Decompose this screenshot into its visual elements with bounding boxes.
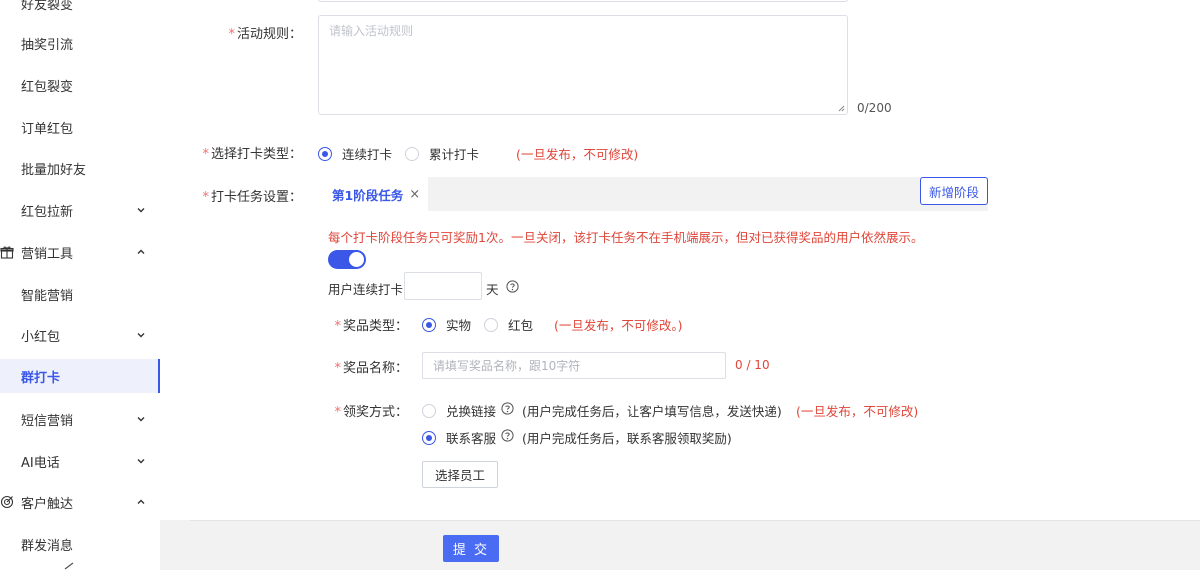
claim-service-note: (用户完成任务后，联系客服领取奖励) [522,431,732,446]
task-enable-toggle[interactable] [328,250,366,269]
sidebar-group-label: 客户触达 [21,496,74,512]
checkin-type-label: * 选择打卡类型： [202,147,302,162]
sidebar-item-smart-marketing[interactable]: 智能营销 [0,277,160,311]
prize-name-label: * 奖品名称： [334,361,408,376]
sidebar-item-label: 红包拉新 [21,204,74,220]
submit-button[interactable]: 提 交 [443,535,499,562]
previous-field-edge [318,0,848,2]
checkin-type-warning: (一旦发布，不可修改) [516,147,639,162]
sidebar-item-mass-message[interactable]: 群发消息 [0,527,160,561]
prize-name-placeholder: 请填写奖品名称，跟10字符 [433,359,581,373]
sidebar-group-customer-reach[interactable]: 客户触达 [0,485,160,519]
chevron-down-icon [137,459,145,464]
radio-label: 联系客服 [446,431,497,446]
sidebar-item-label: 小红包 [21,329,61,345]
radio-label: 实物 [446,318,472,333]
days-input[interactable] [404,272,482,300]
add-stage-button[interactable]: 新增阶段 [920,177,988,205]
prize-name-counter: 0 / 10 [735,358,770,372]
task-panel: 每个打卡阶段任务只可奖励1次。一旦关闭，该打卡任务不在手机端展示，但对已获得奖品… [318,211,988,495]
radio-dot[interactable] [422,403,436,418]
sidebar: 好友裂变 抽奖引流 红包裂变 订单红包 批量加好友 红包拉新 营销工具 智能营销… [0,0,160,570]
sidebar-item-red-packet-acquisition[interactable]: 红包拉新 [0,193,160,227]
radio-prize-red-packet[interactable]: 红包 [484,315,533,334]
chevron-down-icon [137,333,145,338]
sidebar-item-label: 批量加好友 [21,162,87,178]
sidebar-item-batch-add-friends[interactable]: 批量加好友 [0,151,160,185]
sidebar-item-red-packet-fission[interactable]: 红包裂变 [0,68,160,102]
radio-dot[interactable] [405,146,419,161]
sidebar-item-label: AI电话 [21,455,60,471]
task-tabbar: 第1阶段任务 × [318,177,988,211]
prize-name-input[interactable]: 请填写奖品名称，跟10字符 [422,352,726,379]
resize-grip-icon[interactable] [837,104,845,112]
radio-cumulative-checkin[interactable]: 累计打卡 [405,144,479,163]
radio-dot[interactable] [484,317,498,332]
radio-claim-contact-service[interactable]: 联系客服 [422,428,496,447]
prize-type-label: * 奖品类型： [334,319,408,334]
sidebar-item-group-checkin[interactable]: 群打卡 [0,359,160,393]
chevron-down-icon [137,417,145,422]
sidebar-item-lottery[interactable]: 抽奖引流 [0,26,160,60]
sidebar-item-label: 群打卡 [21,370,61,386]
sidebar-item-label: 红包裂变 [21,79,74,95]
prize-type-warning: (一旦发布，不可修改。) [554,318,683,333]
radio-continuous-checkin[interactable]: 连续打卡 [318,144,392,163]
radio-label: 兑换链接 [446,404,497,419]
days-prefix: 用户连续打卡 [328,282,404,297]
chevron-down-icon [137,208,145,213]
chevron-up-icon [137,249,145,254]
scroll-indicator-icon [64,562,74,570]
rules-textarea[interactable]: 请输入活动规则 [318,15,848,115]
sidebar-item-label: 订单红包 [21,121,74,137]
sidebar-item-sms-marketing[interactable]: 短信营销 [0,402,160,436]
sidebar-item-label: 抽奖引流 [21,37,74,53]
footer-bar [190,520,1200,570]
sidebar-item-small-red-packet[interactable]: 小红包 [0,318,160,352]
main-content: * 活动规则： 请输入活动规则 0/200 * 选择打卡类型： 连续打卡 累计打卡 … [160,0,1200,570]
radio-label: 红包 [508,318,534,333]
days-suffix: 天 [486,282,499,297]
rules-counter: 0/200 [857,101,892,115]
sidebar-item-order-red-packet[interactable]: 订单红包 [0,110,160,144]
help-icon[interactable] [501,429,514,442]
sidebar-item-label: 短信营销 [21,413,74,429]
target-icon [0,495,14,509]
sidebar-item-ai-call[interactable]: AI电话 [0,444,160,478]
rules-label: * 活动规则： [228,27,302,42]
help-icon[interactable] [501,402,514,415]
radio-prize-physical[interactable]: 实物 [422,315,471,334]
close-icon[interactable]: × [409,187,420,202]
select-staff-button[interactable]: 选择员工 [422,461,498,488]
task-notice: 每个打卡阶段任务只可奖励1次。一旦关闭，该打卡任务不在手机端展示，但对已获得奖品… [328,230,924,245]
sidebar-item-label: 好友裂变 [21,0,74,13]
rules-placeholder: 请输入活动规则 [329,24,414,38]
radio-dot-selected[interactable] [422,430,436,445]
task-settings-label: * 打卡任务设置： [202,190,302,205]
radio-dot-selected[interactable] [318,146,332,161]
sidebar-group-marketing[interactable]: 营销工具 [0,235,160,269]
claim-exchange-note: (用户完成任务后，让客户填写信息，发送快递) [522,404,782,419]
claim-exchange-warning: (一旦发布，不可修改) [796,404,919,419]
radio-label: 累计打卡 [429,147,480,162]
footer-left-strip [160,520,190,570]
sidebar-item-label: 群发消息 [21,538,74,554]
claim-method-label: * 领奖方式： [334,405,408,420]
help-icon[interactable] [506,280,519,293]
chevron-up-icon [137,499,145,504]
sidebar-group-label: 营销工具 [21,246,74,262]
radio-dot-selected[interactable] [422,317,436,332]
radio-label: 连续打卡 [342,147,393,162]
sidebar-item-friend-fission[interactable]: 好友裂变 [0,0,160,20]
tab-stage-1[interactable]: 第1阶段任务 × [318,177,428,211]
tab-label: 第1阶段任务 [332,187,404,203]
gift-icon [0,246,14,259]
radio-claim-exchange-link[interactable]: 兑换链接 [422,401,496,420]
sidebar-item-label: 智能营销 [21,288,74,304]
